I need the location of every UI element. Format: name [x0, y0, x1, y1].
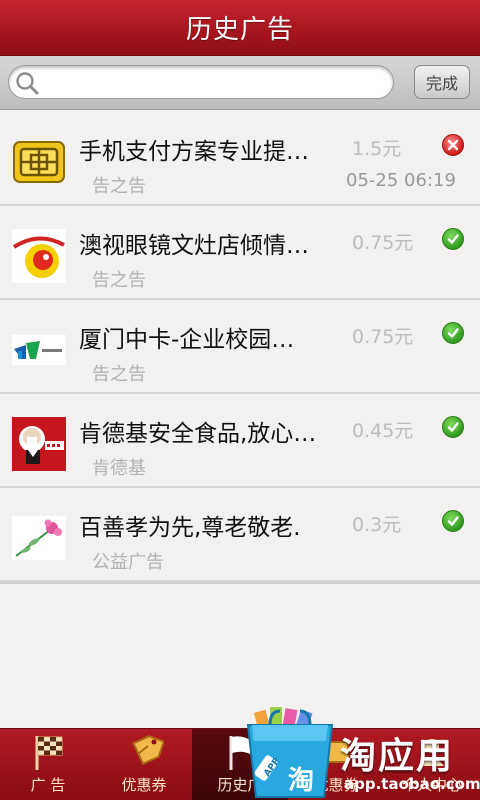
ad-source: 告之告 [92, 270, 146, 291]
sim-card-logo [12, 135, 66, 189]
ad-reward: 0.45元 [352, 420, 414, 442]
title-bar: 历史广告 [0, 0, 480, 56]
done-button[interactable]: 完成 [414, 65, 470, 99]
tab-coupons[interactable]: 优惠券 [96, 729, 192, 800]
search-bar: 完成 [0, 56, 480, 110]
ad-reward: 0.3元 [352, 514, 402, 536]
tab-label: 优惠券 [121, 776, 167, 794]
list-item[interactable]: 百善孝为先,尊老敬老. 公益广告 0.3元 [0, 488, 480, 582]
ad-title: 手机支付方案专业提… [79, 139, 309, 165]
ad-history-list: 手机支付方案专业提… 告之告 1.5元 05-25 06:19 澳视眼镜文灶店倾… [0, 112, 480, 584]
tab-ads[interactable]: 广 告 [0, 729, 96, 800]
search-icon [16, 72, 39, 95]
check-icon [442, 510, 464, 532]
card-company-logo [12, 323, 66, 377]
shopping-bag-icon: APP 淘 [246, 707, 334, 798]
ad-reward: 1.5元 [352, 138, 402, 160]
check-icon [442, 416, 464, 438]
ad-reward: 0.75元 [352, 232, 414, 254]
store-brand: 淘应用 [340, 736, 455, 777]
tab-label: 广 告 [30, 776, 66, 794]
page-title: 历史广告 [185, 15, 294, 45]
kfc-logo [12, 417, 66, 471]
ad-source: 肯德基 [92, 458, 146, 479]
ad-reward: 0.75元 [352, 326, 414, 348]
ad-source: 告之告 [92, 364, 146, 385]
list-item[interactable]: 厦门中卡-企业校园… 告之告 0.75元 [0, 300, 480, 394]
ad-title: 厦门中卡-企业校园… [79, 327, 295, 353]
ad-title: 肯德基安全食品,放心… [79, 421, 317, 447]
list-item[interactable]: 肯德基安全食品,放心… 肯德基 0.45元 [0, 394, 480, 488]
ad-title: 百善孝为先,尊老敬老. [79, 515, 301, 541]
ad-source: 告之告 [92, 176, 146, 197]
coupon-tag-icon [132, 735, 164, 766]
ad-time: 05-25 06:19 [346, 170, 456, 191]
list-item[interactable]: 澳视眼镜文灶店倾情… 告之告 0.75元 [0, 206, 480, 300]
checkered-flag-icon [35, 736, 63, 770]
error-icon [442, 134, 464, 156]
flower-logo [12, 511, 66, 565]
ad-source: 公益广告 [92, 552, 164, 573]
store-url: app.taobao.com [344, 775, 480, 793]
list-item[interactable]: 手机支付方案专业提… 告之告 1.5元 05-25 06:19 [0, 112, 480, 206]
taobao-app-watermark: APP 淘 淘应用 app.taobao.com [240, 705, 480, 800]
eye-logo [12, 229, 66, 283]
list-divider [0, 582, 480, 584]
search-input[interactable] [45, 70, 385, 94]
search-field[interactable] [8, 65, 394, 99]
check-icon [442, 228, 464, 250]
bag-char: 淘 [288, 766, 314, 796]
check-icon [442, 322, 464, 344]
ad-title: 澳视眼镜文灶店倾情… [79, 233, 309, 259]
